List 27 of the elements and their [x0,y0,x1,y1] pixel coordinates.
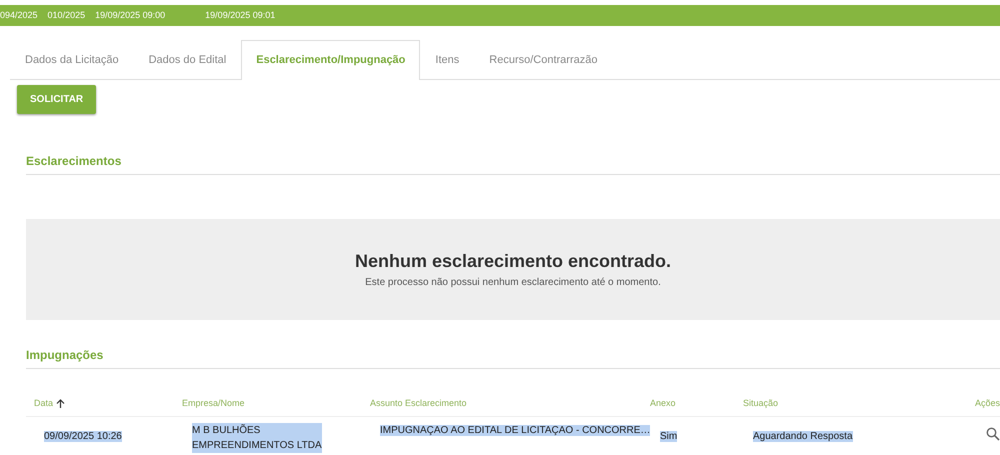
table-cell: 09/09/2025 10:26 [44,431,122,442]
table-cell: M B BULHÕES EMPREENDIMENTOS LTDA [192,423,322,453]
request-button[interactable]: SOLICITAR [17,84,96,114]
header-text: 094/2025 [0,8,38,22]
column-header[interactable]: Situação [743,398,778,408]
table-cell: Aguardando Resposta [753,431,853,442]
table-cell: IMPUGNAÇAO AO EDITAL DE LICITAÇAO - CONCORRE… [380,425,650,436]
sort-arrow-icon[interactable] [56,398,66,408]
tab[interactable]: Itens [420,40,474,80]
tab[interactable]: Dados do Edital [134,40,242,80]
section-title: Esclarecimentos [26,152,1000,174]
tab[interactable]: Dados da Licitação [10,40,134,80]
tab[interactable]: Recurso/Contrarrazão [474,40,612,80]
header-text: 19/09/2025 09:01 [205,8,276,22]
section-title: Impugnações [26,346,1000,368]
column-header[interactable]: Data [34,398,54,408]
empty-title: Nenhum esclarecimento encontrado. [354,250,672,273]
header-text: 010/2025 [48,8,86,22]
column-header[interactable]: Anexo [650,398,676,408]
search-icon[interactable] [986,427,1000,442]
header-text: 19/09/2025 09:00 [95,8,166,22]
column-header[interactable]: Ações [974,398,1000,408]
tab[interactable]: Esclarecimento/Impugnação [241,40,420,80]
column-header[interactable]: Assunto Esclarecimento [370,398,467,408]
table-cell: Sim [660,431,678,442]
empty-message: Este processo não possui nenhum esclarecimento até o momento. [365,276,661,290]
column-header[interactable]: Empresa/Nome [182,398,245,408]
